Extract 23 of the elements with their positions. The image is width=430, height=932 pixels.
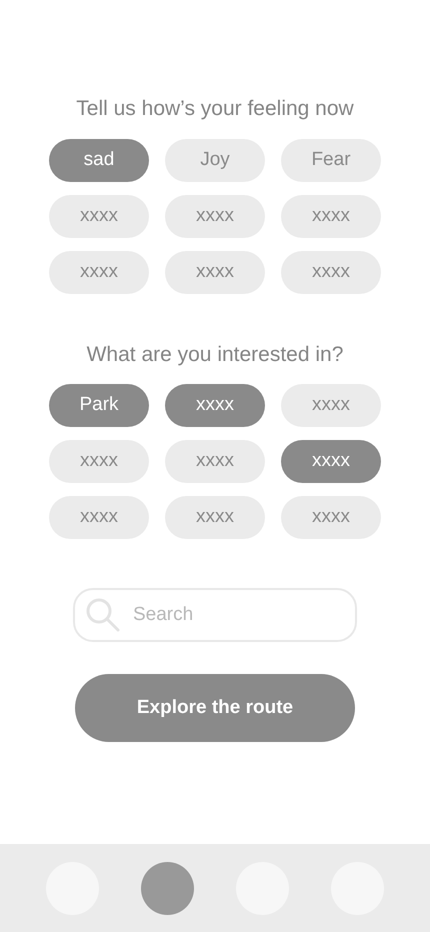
search-icon <box>85 597 121 633</box>
option-chip[interactable]: sad <box>49 138 149 182</box>
option-chip[interactable]: xxxx <box>49 194 149 238</box>
explore-button[interactable]: Explore the route <box>75 674 355 742</box>
option-chip[interactable]: xxxx <box>49 496 149 539</box>
section-title: Tell us how’s your feeling now <box>76 96 354 122</box>
option-chip[interactable]: xxxx <box>281 250 381 294</box>
option-chip[interactable]: xxxx <box>281 496 381 539</box>
option-chip[interactable]: Joy <box>165 138 265 182</box>
section-title: What are you interested in? <box>86 342 344 368</box>
option-chip[interactable]: xxxx <box>165 250 265 294</box>
search-field[interactable]: Search <box>73 588 357 642</box>
option-chip[interactable]: xxxx <box>281 384 381 427</box>
option-chip[interactable]: xxxx <box>49 440 149 483</box>
option-chip[interactable]: Park <box>49 384 149 427</box>
option-chip[interactable]: xxxx <box>49 250 149 294</box>
option-chip[interactable]: xxxx <box>281 440 381 483</box>
option-chip[interactable]: xxxx <box>281 194 381 238</box>
option-chip[interactable]: Fear <box>281 138 381 182</box>
option-chip[interactable]: xxxx <box>165 194 265 238</box>
option-chip[interactable]: xxxx <box>165 496 265 539</box>
option-chip[interactable]: xxxx <box>165 384 265 427</box>
option-chip[interactable]: xxxx <box>165 440 265 483</box>
